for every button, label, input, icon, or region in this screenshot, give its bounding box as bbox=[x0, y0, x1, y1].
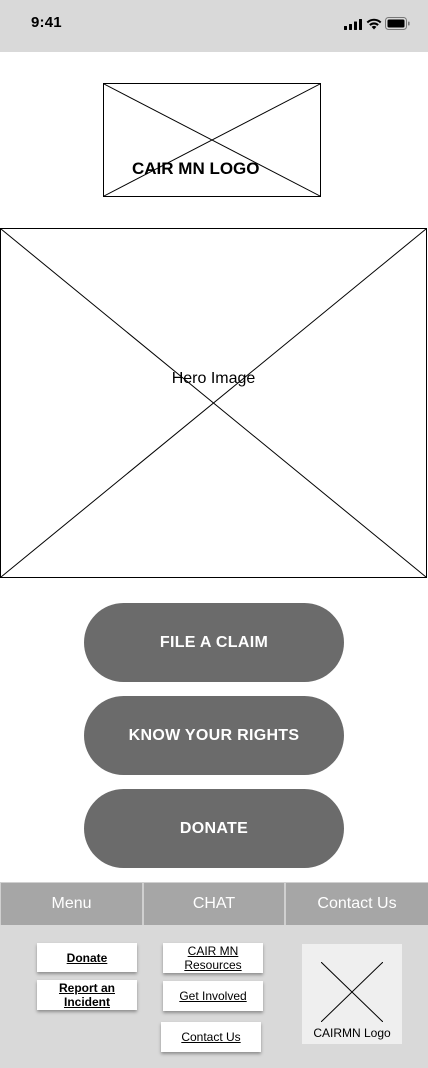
footer-logo-placeholder: CAIRMN Logo bbox=[302, 944, 402, 1044]
footer-report-incident-link[interactable]: Report an Incident bbox=[37, 980, 137, 1010]
footer-resources-link[interactable]: CAIR MN Resources bbox=[163, 943, 263, 973]
tab-menu[interactable]: Menu bbox=[1, 883, 142, 925]
tab-contact-us[interactable]: Contact Us bbox=[286, 883, 428, 925]
footer-donate-link[interactable]: Donate bbox=[37, 943, 137, 972]
logo-label: CAIR MN LOGO bbox=[132, 159, 260, 178]
footer: Donate Report an Incident CAIR MN Resour… bbox=[0, 925, 428, 1068]
bottom-nav: Menu CHAT Contact Us bbox=[0, 882, 428, 925]
signal-icon bbox=[344, 19, 362, 30]
donate-button[interactable]: DONATE bbox=[84, 789, 344, 868]
status-bar: 9:41 bbox=[0, 0, 428, 52]
status-icons bbox=[344, 17, 410, 31]
image-placeholder-cross-icon bbox=[1, 229, 426, 577]
hero-label: Hero Image bbox=[171, 370, 256, 387]
status-time: 9:41 bbox=[31, 14, 62, 31]
tab-chat[interactable]: CHAT bbox=[144, 883, 284, 925]
footer-get-involved-link[interactable]: Get Involved bbox=[163, 981, 263, 1011]
footer-contact-us-link[interactable]: Contact Us bbox=[161, 1022, 261, 1052]
image-placeholder-cross-icon bbox=[321, 962, 383, 1022]
hero-image-placeholder: Hero Image bbox=[0, 228, 427, 578]
footer-logo-label: CAIRMN Logo bbox=[313, 1026, 391, 1040]
logo-placeholder: CAIR MN LOGO bbox=[103, 83, 321, 197]
wifi-icon bbox=[366, 18, 382, 30]
image-placeholder-cross-icon bbox=[104, 84, 320, 196]
know-your-rights-button[interactable]: KNOW YOUR RIGHTS bbox=[84, 696, 344, 775]
file-a-claim-button[interactable]: FILE A CLAIM bbox=[84, 603, 344, 682]
battery-icon bbox=[385, 17, 410, 30]
